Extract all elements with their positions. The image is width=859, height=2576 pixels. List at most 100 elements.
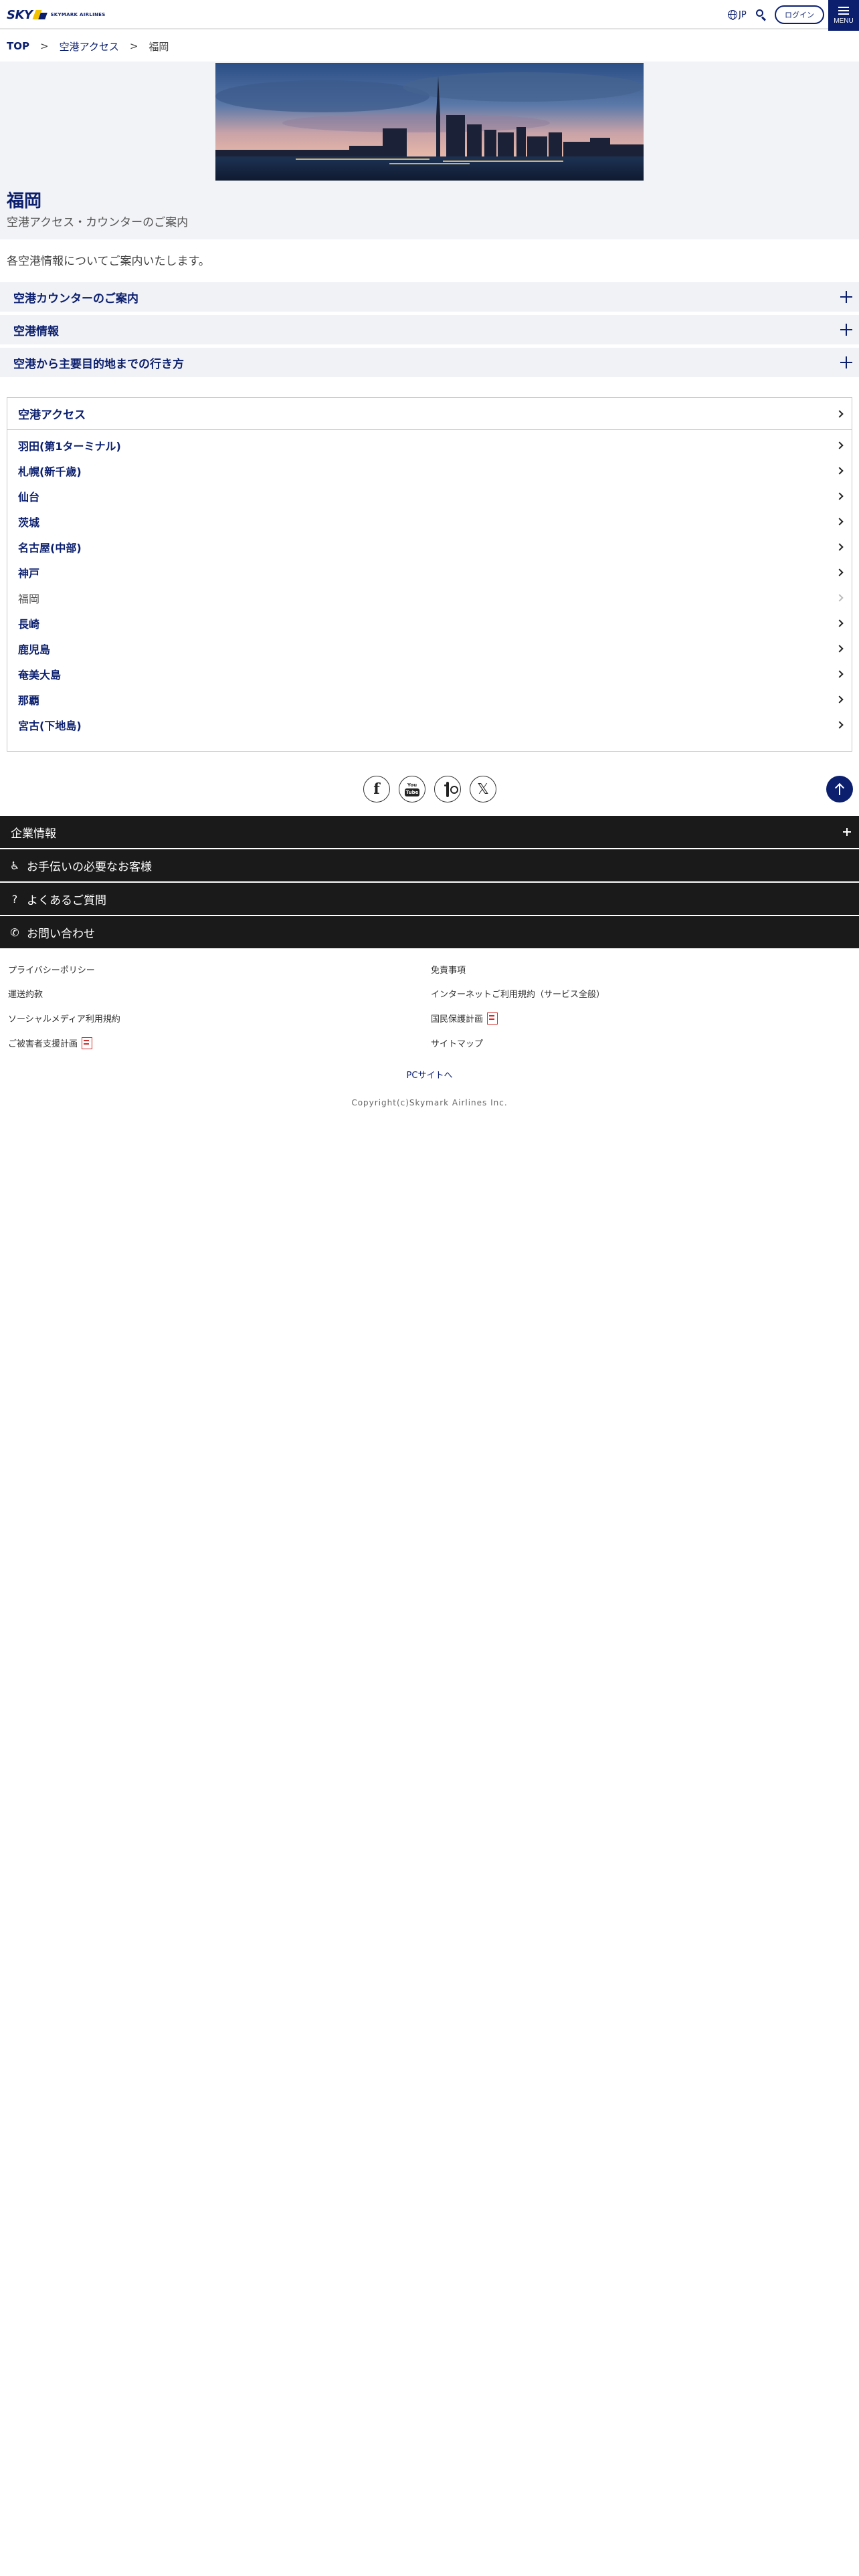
footer-link-internet-terms[interactable]: インターネットご利用規約（サービス全般） [431,987,605,1000]
youtube-text-box: Tube [405,788,419,796]
pc-site-label: PCサイトへ [406,1071,453,1081]
facebook-icon[interactable]: f [363,776,390,802]
breadcrumb-separator: > [129,40,138,52]
chevron-right-icon [836,619,844,627]
page-title: 福岡 [7,191,42,211]
airport-label: 茨城 [18,516,40,529]
pdf-icon [487,1012,498,1025]
accordion-label: 空港から主要目的地までの行き方 [13,357,184,371]
footer-link-label: 免責事項 [431,966,466,976]
footer-row-label: お問い合わせ [27,927,95,941]
airport-link-miyako[interactable]: 宮古(下地島) [7,712,852,738]
chevron-right-icon [836,721,844,729]
menu-button[interactable]: MENU [828,0,859,31]
arrow-up-icon [835,783,844,795]
airport-link-sapporo[interactable]: 札幌(新千歳) [7,458,852,484]
footer-faq[interactable]: ? よくあるご質問 [0,883,859,915]
skymark-logo[interactable]: SKY SKYMARK AIRLINES [7,7,106,22]
instagram-icon[interactable] [434,776,461,802]
airport-link-amami[interactable]: 奄美大島 [7,661,852,687]
copyright: Copyright(c)Skymark Airlines Inc. [351,1098,508,1107]
youtube-icon[interactable]: You Tube [399,776,425,802]
footer-link-social-terms[interactable]: ソーシャルメディア利用規約 [8,1012,120,1025]
logo-mark-icon [32,10,48,19]
breadcrumb-airport-access-link[interactable]: 空港アクセス [60,39,119,53]
footer-link-label: 国民保護計画 [431,1014,484,1025]
footer-link-label: サイトマップ [431,1039,484,1049]
airport-label: 札幌(新千歳) [18,465,82,478]
youtube-text-top: You [407,782,417,788]
phone-icon: ✆ [10,926,19,939]
footer-link-civil-protection[interactable]: 国民保護計画 [431,1012,498,1025]
footer-link-label: プライバシーポリシー [8,966,95,976]
airport-access-list: 空港アクセス 羽田(第1ターミナル) 札幌(新千歳) 仙台 茨城 名古屋(中部)… [7,397,852,752]
accordion-airport-info[interactable]: 空港情報 [0,315,859,344]
footer-link-victim-support[interactable]: ご被害者支援計画 [8,1037,93,1049]
wheelchair-icon: ♿ [9,859,20,872]
chevron-right-icon [836,492,844,500]
airport-link-ibaraki[interactable]: 茨城 [7,509,852,534]
airport-access-heading: 空港アクセス [18,409,86,422]
airport-link-haneda[interactable]: 羽田(第1ターミナル) [7,433,852,458]
airport-label: 鹿児島 [18,643,51,656]
hamburger-icon [838,6,849,15]
airport-access-heading-link[interactable]: 空港アクセス [7,398,852,430]
footer-link-label: 運送約款 [8,990,43,1000]
airport-label: 仙台 [18,491,40,504]
footer-company-info[interactable]: 企業情報 [0,816,859,848]
plus-icon [840,324,852,336]
breadcrumb: TOP > 空港アクセス > 福岡 [0,31,859,62]
pc-site-link[interactable]: PCサイトへ [0,1068,859,1081]
footer-link-privacy[interactable]: プライバシーポリシー [8,963,95,976]
airport-label: 名古屋(中部) [18,542,82,554]
chevron-right-icon [836,467,844,475]
chevron-right-icon [836,441,844,449]
airport-link-sendai[interactable]: 仙台 [7,484,852,509]
footer-link-label: ご被害者支援計画 [8,1039,78,1049]
question-icon: ? [11,892,18,905]
accordion-airport-counter[interactable]: 空港カウンターのご案内 [0,282,859,312]
airport-link-naha[interactable]: 那覇 [7,687,852,712]
airport-label: 羽田(第1ターミナル) [18,440,121,453]
airport-link-kagoshima[interactable]: 鹿児島 [7,636,852,661]
footer-link-label: ソーシャルメディア利用規約 [8,1014,120,1025]
x-icon[interactable]: 𝕏 [470,776,496,802]
accordion-directions[interactable]: 空港から主要目的地までの行き方 [0,348,859,377]
airport-label: 奄美大島 [18,669,62,681]
footer-row-label: よくあるご質問 [27,893,106,907]
footer-link-disclaimer[interactable]: 免責事項 [431,963,466,976]
airport-label: 宮古(下地島) [18,720,82,732]
logo-text: SKY [7,7,33,22]
footer-contact[interactable]: ✆ お問い合わせ [0,916,859,948]
footer-assistance[interactable]: ♿ お手伝いの必要なお客様 [0,849,859,881]
chevron-right-icon [836,645,844,653]
intro-text: 各空港情報についてご案内いたします。 [7,255,210,268]
footer-link-label: インターネットご利用規約（サービス全般） [431,990,605,1000]
footer-row-label: 企業情報 [11,827,56,841]
footer-link-carriage[interactable]: 運送約款 [8,987,43,1000]
footer-row-label: お手伝いの必要なお客様 [27,860,152,874]
language-switch[interactable]: JP [728,8,747,21]
logo-subtext: SKYMARK AIRLINES [50,12,106,17]
breadcrumb-top-link[interactable]: TOP [7,40,29,52]
plus-icon [843,828,851,836]
language-label: JP [739,9,747,20]
menu-label: MENU [834,17,854,25]
plus-icon [840,291,852,303]
footer-link-sitemap[interactable]: サイトマップ [431,1037,483,1049]
chevron-right-icon [836,670,844,678]
airport-link-nagoya[interactable]: 名古屋(中部) [7,534,852,560]
back-to-top-button[interactable] [826,776,853,802]
breadcrumb-separator: > [39,40,49,52]
login-button[interactable]: ログイン [775,5,824,24]
airport-label: 福岡 [18,593,40,605]
pdf-icon [82,1037,93,1049]
accordion-label: 空港カウンターのご案内 [13,292,138,306]
airport-link-nagasaki[interactable]: 長崎 [7,611,852,636]
plus-icon [840,356,852,368]
chevron-right-icon [836,410,844,418]
chevron-right-icon [836,518,844,526]
search-icon[interactable] [756,9,767,21]
airport-link-kobe[interactable]: 神戸 [7,560,852,585]
page-subtitle: 空港アクセス・カウンターのご案内 [7,216,189,229]
